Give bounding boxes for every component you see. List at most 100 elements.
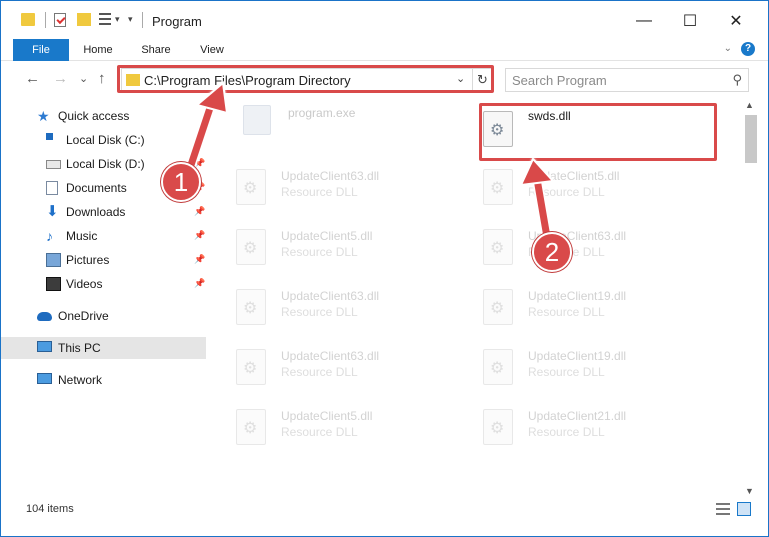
customize-toolbar-icon[interactable]: ▾ bbox=[128, 14, 133, 25]
download-icon: ⬇ bbox=[46, 203, 59, 220]
sidebar-item-label: Network bbox=[58, 373, 103, 387]
file-type: Resource DLL bbox=[281, 185, 358, 199]
file-name: UpdateClient5.dll bbox=[528, 169, 620, 183]
tab-file[interactable]: File bbox=[13, 39, 69, 61]
forward-button[interactable]: → bbox=[53, 70, 68, 87]
file-item[interactable]: program.exe bbox=[217, 101, 457, 151]
search-box[interactable]: ⚲ bbox=[505, 68, 749, 92]
dll-file-icon bbox=[483, 289, 513, 325]
file-name: UpdateClient63.dll bbox=[281, 289, 380, 303]
back-button[interactable]: ← bbox=[25, 70, 40, 87]
sidebar-item-onedrive[interactable]: OneDrive bbox=[1, 305, 206, 327]
pin-icon[interactable]: 📌 bbox=[194, 206, 205, 217]
dll-file-icon bbox=[483, 349, 513, 385]
file-name: UpdateClient5.dll bbox=[281, 409, 373, 423]
close-button[interactable]: ✕ bbox=[713, 7, 759, 35]
search-icon[interactable]: ⚲ bbox=[732, 72, 742, 88]
sidebar-item-pictures[interactable]: Pictures 📌 bbox=[1, 249, 206, 271]
sidebar-item-network[interactable]: Network bbox=[1, 369, 206, 391]
vertical-scrollbar[interactable]: ▲ ▼ bbox=[743, 97, 760, 497]
scroll-thumb[interactable] bbox=[745, 115, 757, 163]
pictures-icon bbox=[46, 253, 61, 267]
file-name: UpdateClient63.dll bbox=[281, 349, 380, 363]
step-badge-1: 1 bbox=[161, 162, 201, 202]
star-icon: ★ bbox=[37, 108, 50, 124]
details-view-icon[interactable] bbox=[716, 503, 730, 515]
sidebar-item-label: OneDrive bbox=[58, 309, 109, 323]
sidebar-item-label: Local Disk (D:) bbox=[66, 157, 145, 171]
sidebar-item-quick-access[interactable]: ★ Quick access bbox=[1, 105, 206, 127]
file-item[interactable]: UpdateClient63.dll Resource DLL bbox=[210, 281, 450, 331]
file-item[interactable]: UpdateClient21.dll Resource DLL bbox=[457, 401, 697, 451]
step-badge-2: 2 bbox=[532, 232, 572, 272]
folder-icon[interactable] bbox=[21, 13, 35, 26]
dll-file-icon bbox=[236, 349, 266, 385]
properties-icon[interactable] bbox=[54, 13, 66, 27]
tab-view[interactable]: View bbox=[188, 39, 236, 61]
pin-icon[interactable]: 📌 bbox=[194, 254, 205, 265]
videos-icon bbox=[46, 277, 61, 291]
address-bar-highlight bbox=[117, 65, 494, 93]
file-type: Resource DLL bbox=[528, 425, 605, 439]
sidebar-item-this-pc[interactable]: This PC bbox=[1, 337, 206, 359]
scroll-down-icon[interactable]: ▼ bbox=[745, 486, 754, 496]
tab-home[interactable]: Home bbox=[74, 39, 122, 61]
help-icon[interactable]: ? bbox=[741, 42, 755, 56]
search-input[interactable] bbox=[512, 72, 722, 88]
drive-icon bbox=[46, 160, 61, 169]
computer-icon bbox=[37, 341, 52, 352]
pin-icon[interactable]: 📌 bbox=[194, 158, 205, 169]
file-type: Resource DLL bbox=[281, 425, 358, 439]
window-title: Program bbox=[152, 14, 202, 29]
maximize-button[interactable]: ☐ bbox=[667, 7, 713, 35]
sidebar-item-label: Local Disk (C:) bbox=[66, 133, 145, 147]
scroll-up-icon[interactable]: ▲ bbox=[745, 100, 754, 110]
tab-share[interactable]: Share bbox=[132, 39, 180, 61]
navigation-pane: ★ Quick access Local Disk (C:) Local Dis… bbox=[1, 97, 209, 497]
sidebar-item-local-disk-c[interactable]: Local Disk (C:) bbox=[1, 129, 206, 151]
file-item[interactable]: UpdateClient5.dll Resource DLL bbox=[210, 221, 450, 271]
file-item[interactable]: UpdateClient63.dll Resource DLL bbox=[457, 221, 697, 271]
recent-locations-button[interactable]: ⌄ bbox=[79, 72, 88, 85]
file-item[interactable]: UpdateClient63.dll Resource DLL bbox=[210, 161, 450, 211]
sidebar-item-label: Music bbox=[66, 229, 98, 243]
sidebar-item-videos[interactable]: Videos 📌 bbox=[1, 273, 206, 295]
minimize-button[interactable]: — bbox=[621, 7, 667, 35]
item-count: 104 items bbox=[26, 503, 74, 515]
sidebar-item-label: This PC bbox=[58, 341, 101, 355]
music-icon: ♪ bbox=[46, 228, 53, 244]
file-item[interactable]: UpdateClient19.dll Resource DLL bbox=[457, 281, 697, 331]
expand-ribbon-icon[interactable]: ⌄ bbox=[724, 43, 732, 54]
file-name: program.exe bbox=[288, 106, 356, 120]
large-icons-view-icon[interactable] bbox=[737, 502, 751, 516]
file-item[interactable]: UpdateClient5.dll Resource DLL bbox=[457, 161, 697, 211]
file-name: UpdateClient19.dll bbox=[528, 289, 627, 303]
network-icon bbox=[37, 373, 52, 384]
dll-file-icon bbox=[483, 169, 513, 205]
dll-file-icon bbox=[236, 169, 266, 205]
title-separator bbox=[142, 12, 143, 28]
file-name: UpdateClient5.dll bbox=[281, 229, 373, 243]
cloud-icon bbox=[37, 312, 52, 321]
file-item[interactable]: UpdateClient19.dll Resource DLL bbox=[457, 341, 697, 391]
new-folder-icon[interactable] bbox=[77, 13, 91, 26]
file-name: UpdateClient63.dll bbox=[281, 169, 380, 183]
title-bar: ▾ ▾ Program — ☐ ✕ bbox=[1, 1, 768, 39]
up-button[interactable]: ↑ bbox=[98, 70, 106, 87]
chevron-down-icon[interactable]: ▾ bbox=[115, 14, 120, 25]
sidebar-item-label: Quick access bbox=[58, 109, 130, 123]
pin-icon[interactable]: 📌 bbox=[194, 230, 205, 241]
view-icon[interactable] bbox=[99, 13, 111, 25]
window-bottom bbox=[1, 521, 768, 536]
sidebar-item-label: Pictures bbox=[66, 253, 110, 267]
sidebar-item-downloads[interactable]: ⬇ Downloads 📌 bbox=[1, 201, 206, 223]
file-item[interactable]: UpdateClient63.dll Resource DLL bbox=[210, 341, 450, 391]
pin-icon[interactable]: 📌 bbox=[194, 278, 205, 289]
file-item[interactable]: UpdateClient5.dll Resource DLL bbox=[210, 401, 450, 451]
file-type: Resource DLL bbox=[281, 305, 358, 319]
sidebar-item-label: Documents bbox=[66, 181, 127, 195]
file-type: Resource DLL bbox=[281, 365, 358, 379]
file-type: Resource DLL bbox=[528, 305, 605, 319]
sidebar-item-music[interactable]: ♪ Music 📌 bbox=[1, 225, 206, 247]
dll-file-icon bbox=[236, 289, 266, 325]
